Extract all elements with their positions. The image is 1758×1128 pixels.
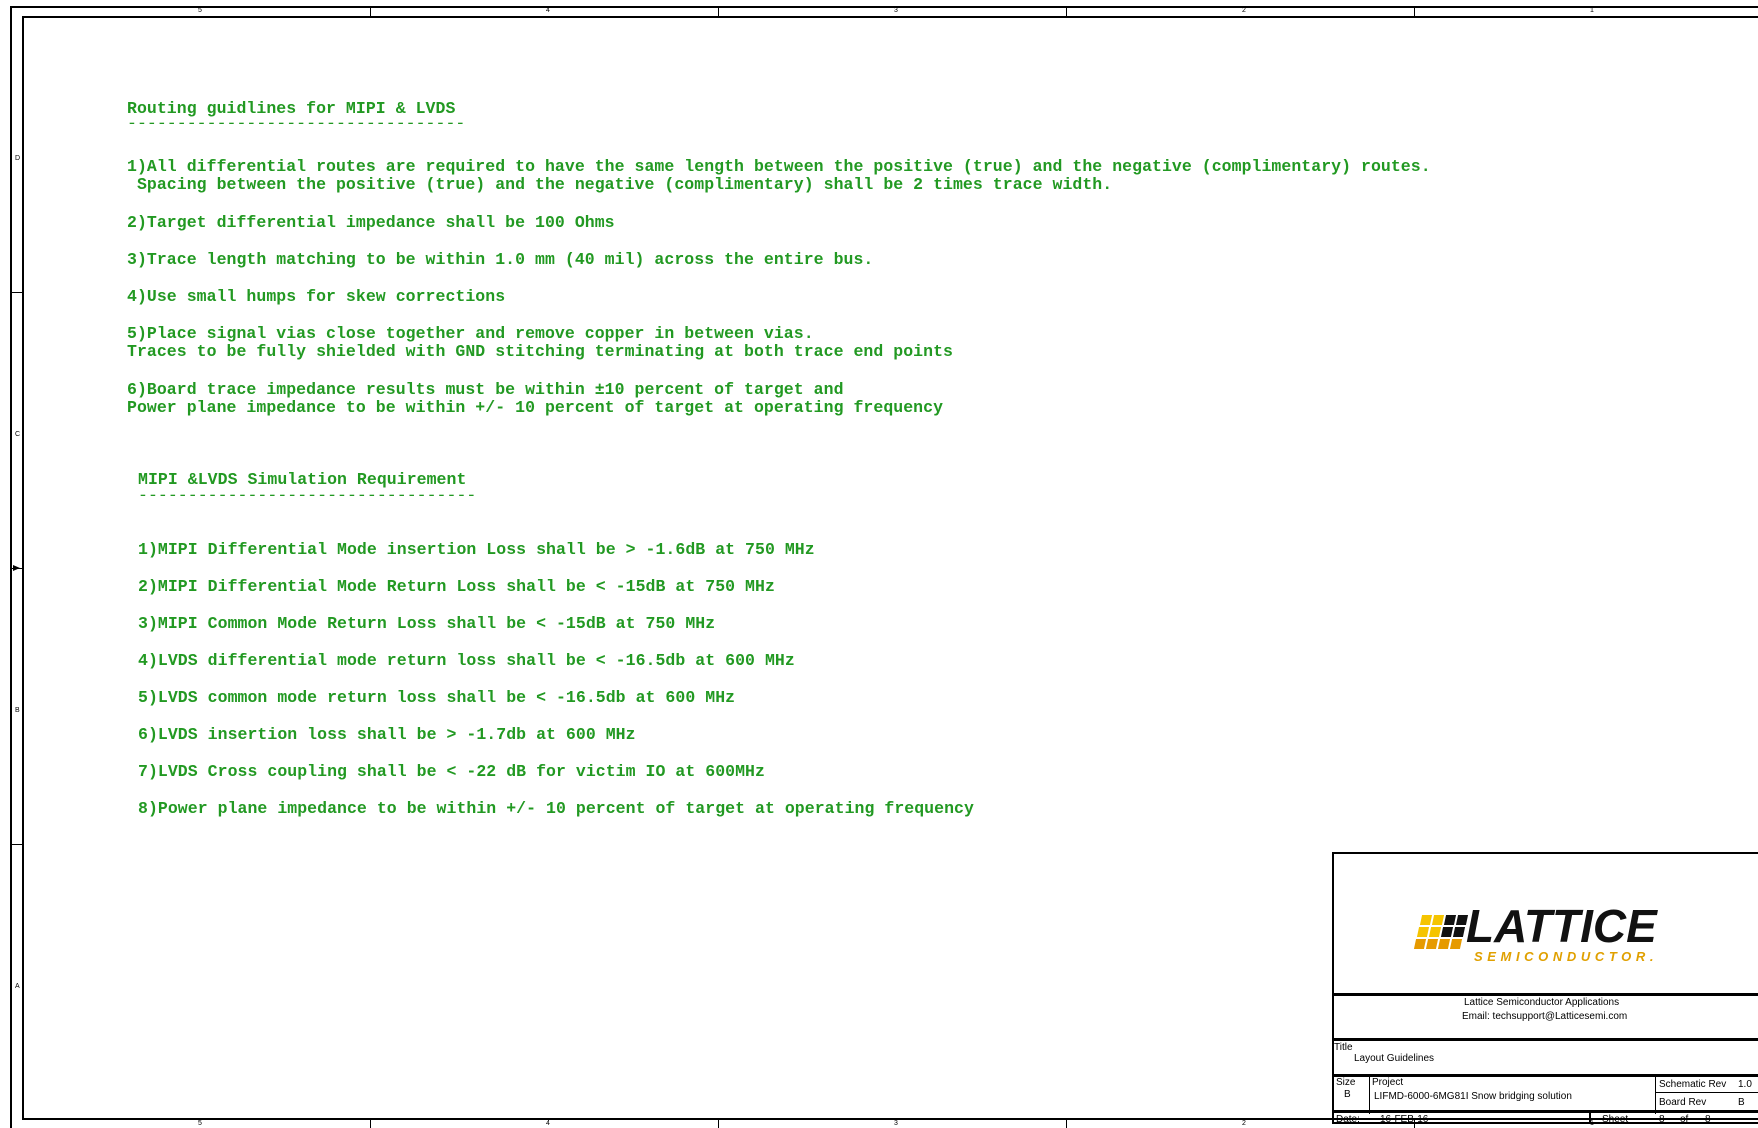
routing-item: Traces to be fully shielded with GND sti… (127, 342, 953, 361)
support-email: Email: techsupport@Latticesemi.com (1462, 1011, 1628, 1022)
routing-item: 4)Use small humps for skew corrections (127, 287, 506, 306)
company-name: Lattice Semiconductor Applications (1464, 997, 1620, 1008)
schematic-rev-label: Schematic Rev (1659, 1079, 1727, 1090)
simulation-item: 4)LVDS differential mode return loss sha… (138, 651, 795, 670)
board-rev-label: Board Rev (1659, 1097, 1707, 1108)
simulation-item: 5)LVDS common mode return loss shall be … (138, 688, 736, 707)
sheet-label: Sheet (1602, 1114, 1629, 1125)
zone-tick (370, 1118, 371, 1128)
title-block-divider (1655, 1074, 1656, 1114)
schematic-rev-value: 1.0 (1738, 1079, 1752, 1090)
simulation-item: 7)LVDS Cross coupling shall be < -22 dB … (138, 762, 765, 781)
title-label: Title (1334, 1042, 1353, 1053)
title-block-divider (1589, 1110, 1591, 1124)
column-label: 4 (546, 1120, 550, 1127)
center-arrow-icon (13, 565, 20, 571)
routing-item: 5)Place signal vias close together and r… (127, 324, 814, 343)
title-block-divider (1334, 1110, 1758, 1113)
routing-item: 6)Board trace impedance results must be … (127, 380, 844, 399)
of-label: of (1680, 1114, 1689, 1125)
title-block-divider (1655, 1092, 1758, 1093)
date-label: Date: (1336, 1114, 1360, 1125)
zone-tick (718, 1118, 719, 1128)
zone-tick (1414, 6, 1415, 16)
project-value: LIFMD-6000-6MG81I Snow bridging solution (1374, 1091, 1572, 1102)
column-label: 3 (894, 7, 898, 14)
title-block-divider (1334, 1038, 1758, 1041)
title-block: LATTICE SEMICONDUCTOR. Lattice Semicondu… (1332, 852, 1758, 1125)
zone-tick (1066, 6, 1067, 16)
routing-heading-underline: ---------------------------------- (127, 114, 466, 133)
zone-tick (370, 6, 371, 16)
simulation-item: 6)LVDS insertion loss shall be > -1.7db … (138, 725, 636, 744)
size-label: Size (1336, 1077, 1356, 1088)
column-label: 2 (1242, 1120, 1246, 1127)
routing-item: 2)Target differential impedance shall be… (127, 213, 615, 232)
zone-tick (10, 844, 22, 845)
row-label: B (15, 707, 20, 714)
date-value: 16-FEB-16 (1380, 1114, 1429, 1125)
board-rev-value: B (1738, 1097, 1745, 1108)
simulation-item: 3)MIPI Common Mode Return Loss shall be … (138, 614, 716, 633)
simulation-item: 1)MIPI Differential Mode insertion Loss … (138, 540, 815, 559)
zone-tick (10, 292, 22, 293)
title-block-divider (1334, 993, 1758, 996)
column-label: 3 (894, 1120, 898, 1127)
title-block-divider (1369, 1074, 1370, 1114)
size-value: B (1344, 1089, 1351, 1100)
column-label: 1 (1590, 7, 1594, 14)
column-label: 5 (198, 7, 202, 14)
simulation-item: 2)MIPI Differential Mode Return Loss sha… (138, 577, 775, 596)
zone-tick (1066, 1118, 1067, 1128)
routing-item: Spacing between the positive (true) and … (127, 175, 1113, 194)
sheet-value: 8 (1659, 1114, 1665, 1125)
column-label: 5 (198, 1120, 202, 1127)
row-label: C (15, 431, 21, 438)
logo-wordmark: LATTICE (1466, 900, 1657, 952)
zone-tick (718, 6, 719, 16)
of-value: 8 (1705, 1114, 1711, 1125)
column-label: 4 (546, 7, 550, 14)
row-label: A (15, 983, 20, 990)
row-label: D (15, 155, 21, 162)
column-label: 2 (1242, 7, 1246, 14)
simulation-heading-underline: ---------------------------------- (138, 486, 477, 505)
routing-item: Power plane impedance to be within +/- 1… (127, 398, 944, 417)
title-value: Layout Guidelines (1354, 1053, 1435, 1064)
simulation-item: 8)Power plane impedance to be within +/-… (138, 799, 974, 818)
routing-item: 3)Trace length matching to be within 1.0… (127, 250, 874, 269)
project-label: Project (1372, 1077, 1404, 1088)
logo-subtitle: SEMICONDUCTOR. (1474, 949, 1659, 964)
routing-item: 1)All differential routes are required t… (127, 157, 1431, 176)
